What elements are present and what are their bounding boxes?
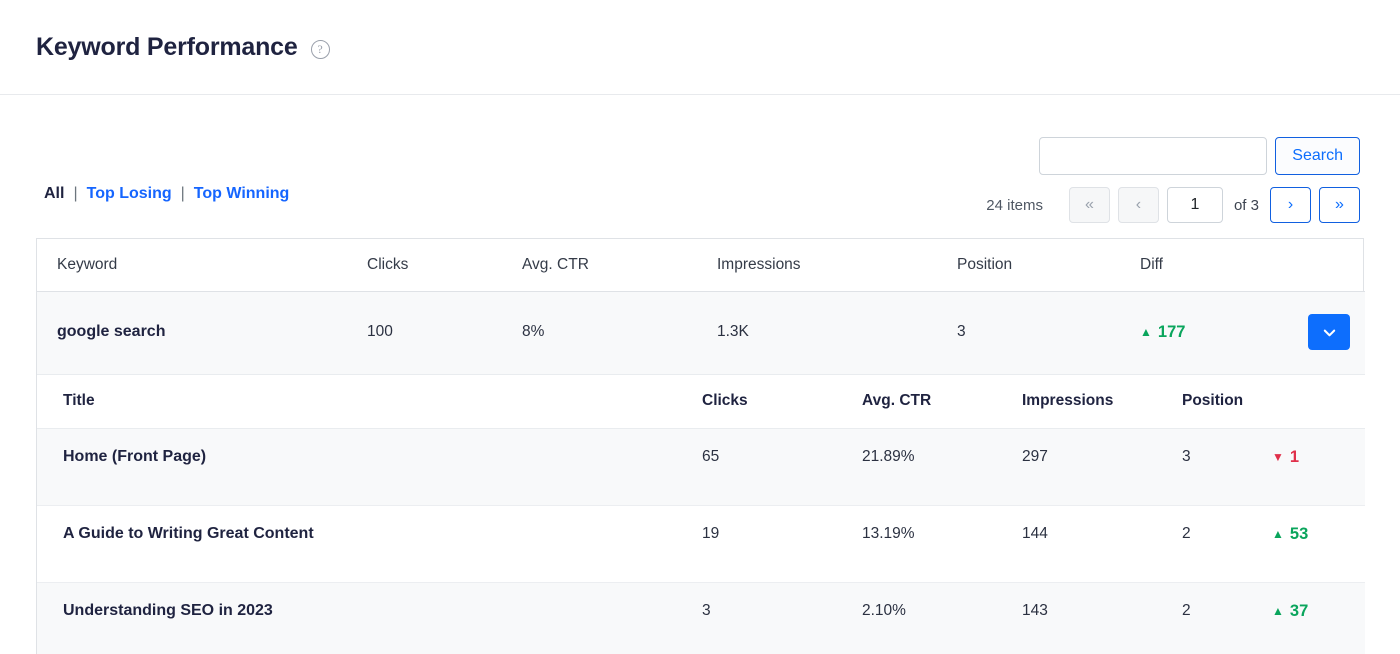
nested-cell-diff: ▲ 37: [1272, 582, 1365, 654]
page-number-input[interactable]: [1166, 187, 1223, 223]
nested-cell-title: Understanding SEO in 2023: [37, 582, 702, 654]
diff-value: 37: [1289, 602, 1309, 620]
table-header-row: Keyword Clicks Avg. CTR Impressions Posi…: [37, 239, 1365, 292]
nested-cell-diff: ▼ 1: [1272, 428, 1365, 506]
column-header-diff[interactable]: Diff: [1140, 239, 1300, 292]
page-total-label: of 3: [1233, 196, 1259, 214]
cell-position: 3: [957, 291, 1140, 375]
nested-table-row[interactable]: Home (Front Page) 65 21.89% 297 3 ▼ 1: [37, 428, 1365, 506]
cell-keyword: google search: [37, 291, 367, 375]
next-page-button[interactable]: ›: [1270, 187, 1311, 223]
nested-cell-position: 2: [1182, 582, 1272, 654]
prev-page-button[interactable]: ‹: [1117, 187, 1159, 223]
cell-avg-ctr: 8%: [522, 291, 717, 375]
filter-separator-2: |: [180, 185, 185, 202]
nested-cell-impressions: 144: [1022, 505, 1182, 583]
triangle-down-icon: ▼: [1272, 450, 1284, 464]
nested-column-header-avg-ctr[interactable]: Avg. CTR: [862, 375, 1022, 429]
panel-header: Keyword Performance ?: [0, 0, 1400, 95]
nested-cell-avg-ctr: 21.89%: [862, 428, 1022, 506]
diff-badge-up: ▲ 177: [1140, 323, 1185, 341]
table-row[interactable]: google search 100 8% 1.3K 3 ▲ 177: [37, 291, 1365, 375]
search-area: Search: [1039, 137, 1360, 175]
keyword-performance-panel: Keyword Performance ? Search 24 items « …: [0, 0, 1400, 654]
nested-column-header-position[interactable]: Position: [1182, 375, 1272, 429]
nested-cell-diff: ▲ 53: [1272, 505, 1365, 583]
nested-table-row[interactable]: A Guide to Writing Great Content 19 13.1…: [37, 505, 1365, 583]
nested-cell-clicks: 3: [702, 582, 862, 654]
diff-value: 53: [1289, 525, 1309, 543]
column-header-keyword[interactable]: Keyword: [37, 239, 367, 292]
nested-cell-title: Home (Front Page): [37, 428, 702, 506]
triangle-up-icon: ▲: [1272, 604, 1284, 618]
diff-badge-down: ▼ 1: [1272, 448, 1299, 466]
diff-value: 177: [1157, 322, 1186, 341]
filter-top-losing[interactable]: Top Losing: [87, 185, 172, 203]
page-title: Keyword Performance: [36, 32, 298, 61]
cell-impressions: 1.3K: [717, 291, 957, 375]
nested-cell-impressions: 297: [1022, 428, 1182, 506]
diff-badge-up: ▲ 53: [1272, 525, 1308, 543]
search-input[interactable]: [1039, 137, 1268, 175]
first-page-button[interactable]: «: [1068, 187, 1110, 223]
cell-diff: ▲ 177: [1140, 291, 1300, 375]
filter-tabs: All | Top Losing | Top Winning: [44, 185, 289, 203]
column-header-actions: [1300, 239, 1365, 292]
column-header-avg-ctr[interactable]: Avg. CTR: [522, 239, 717, 292]
search-button[interactable]: Search: [1275, 137, 1360, 175]
cell-clicks: 100: [367, 291, 522, 375]
chevron-down-icon[interactable]: [1308, 314, 1350, 350]
nested-column-header-title[interactable]: Title: [37, 375, 702, 429]
filter-all[interactable]: All: [44, 185, 64, 203]
nested-column-header-impressions[interactable]: Impressions: [1022, 375, 1182, 429]
column-header-clicks[interactable]: Clicks: [367, 239, 522, 292]
keyword-table: Keyword Clicks Avg. CTR Impressions Posi…: [36, 238, 1365, 654]
nested-cell-position: 2: [1182, 505, 1272, 583]
column-header-impressions[interactable]: Impressions: [717, 239, 957, 292]
toolbar: Search 24 items « ‹ of 3 › » All | Top L…: [0, 95, 1400, 235]
filter-separator-1: |: [73, 185, 78, 202]
items-count-label: 24 items: [986, 196, 1043, 214]
triangle-up-icon: ▲: [1272, 527, 1284, 541]
nested-cell-clicks: 65: [702, 428, 862, 506]
question-circle-icon[interactable]: ?: [310, 39, 330, 59]
nested-column-header-diff: [1272, 375, 1365, 429]
pagination: 24 items « ‹ of 3 › »: [986, 187, 1360, 223]
nested-header-row: Title Clicks Avg. CTR Impressions Positi…: [37, 375, 1365, 429]
nested-cell-clicks: 19: [702, 505, 862, 583]
filter-top-winning[interactable]: Top Winning: [194, 185, 290, 203]
triangle-up-icon: ▲: [1140, 324, 1152, 339]
nested-cell-position: 3: [1182, 428, 1272, 506]
column-header-position[interactable]: Position: [957, 239, 1140, 292]
nested-cell-impressions: 143: [1022, 582, 1182, 654]
nested-cell-title: A Guide to Writing Great Content: [37, 505, 702, 583]
nested-cell-avg-ctr: 13.19%: [862, 505, 1022, 583]
cell-expand: [1300, 291, 1365, 375]
last-page-button[interactable]: »: [1319, 187, 1360, 223]
nested-column-header-clicks[interactable]: Clicks: [702, 375, 862, 429]
nested-table-row[interactable]: Understanding SEO in 2023 3 2.10% 143 2 …: [37, 582, 1365, 654]
diff-badge-up: ▲ 37: [1272, 602, 1308, 620]
nested-pages-table: Title Clicks Avg. CTR Impressions Positi…: [37, 375, 1365, 654]
nested-cell-avg-ctr: 2.10%: [862, 582, 1022, 654]
diff-value: 1: [1289, 448, 1300, 466]
